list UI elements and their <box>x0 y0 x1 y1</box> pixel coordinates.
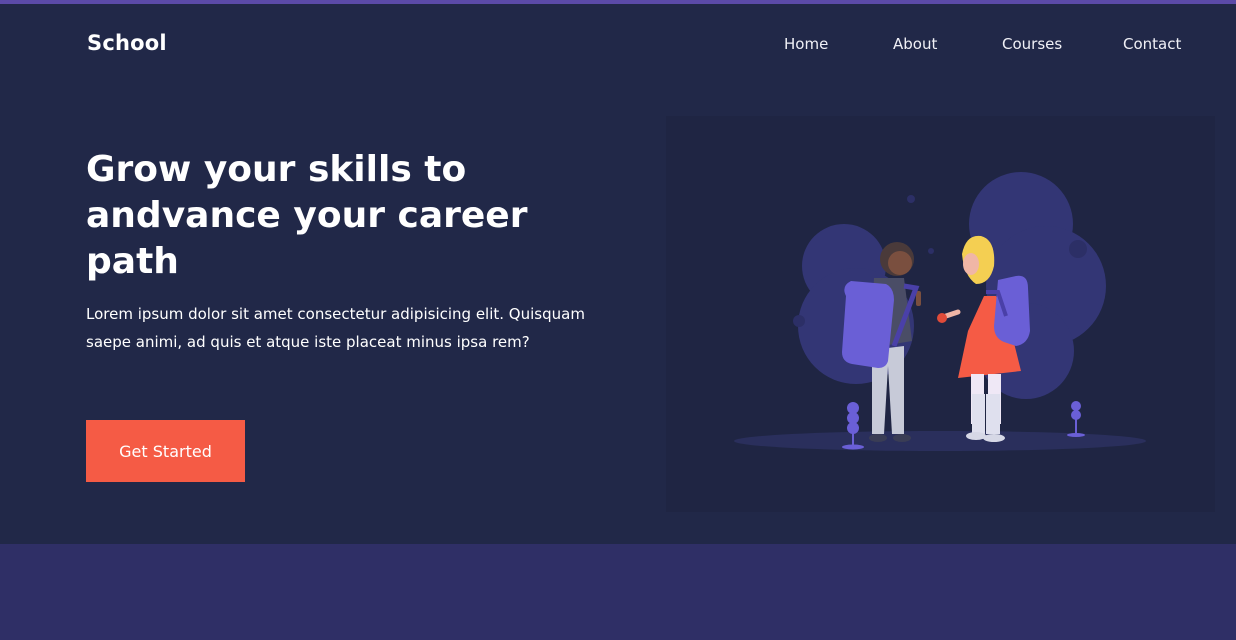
hero-section: School Home About Courses Contact Grow y… <box>0 4 1236 544</box>
hero-illustration <box>666 116 1215 512</box>
hero-headline: Grow your skills to andvance your career… <box>86 149 528 282</box>
hero-description: Lorem ipsum dolor sit amet consectetur a… <box>86 305 585 351</box>
bubble-shape <box>793 315 805 327</box>
plant-right-icon <box>1067 401 1085 437</box>
ground-shadow <box>734 431 1146 451</box>
nav-menu: Home About Courses Contact <box>0 35 1236 55</box>
students-illustration-icon <box>734 172 1146 451</box>
nav-link-home[interactable]: Home <box>784 35 828 53</box>
navbar: School Home About Courses Contact <box>0 4 1236 84</box>
bubble-shape <box>928 248 934 254</box>
bubble-shape <box>907 195 915 203</box>
nav-link-about[interactable]: About <box>893 35 937 53</box>
get-started-button[interactable]: Get Started <box>86 420 245 482</box>
lower-section <box>0 544 1236 640</box>
nav-link-courses[interactable]: Courses <box>1002 35 1062 53</box>
bubble-shape <box>1069 240 1087 258</box>
nav-link-contact[interactable]: Contact <box>1123 35 1181 53</box>
